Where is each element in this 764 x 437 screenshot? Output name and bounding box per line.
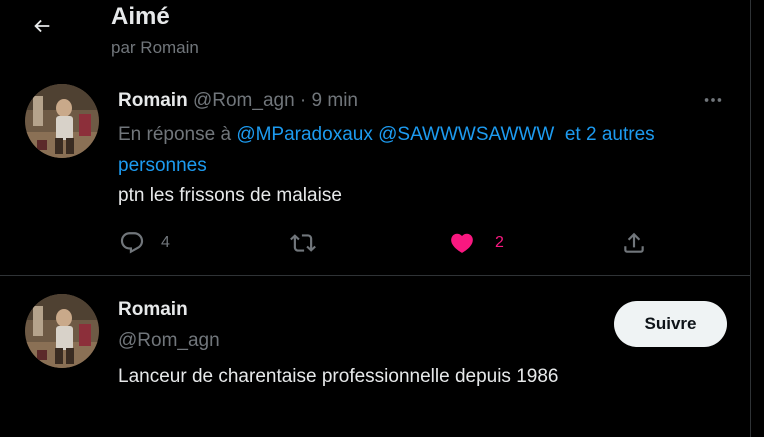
like-button[interactable]: 2 — [449, 228, 504, 258]
tweet-actions: 4 2 — [0, 228, 750, 258]
share-icon — [621, 230, 647, 256]
share-button[interactable] — [621, 228, 647, 258]
reply-icon — [119, 230, 145, 256]
back-button[interactable] — [22, 8, 62, 48]
reply-count: 4 — [161, 234, 170, 251]
more-options-button[interactable] — [697, 88, 729, 116]
user-card[interactable]: Romain @Rom_agn Lanceur de charentaise p… — [0, 276, 750, 437]
reply-prefix: En réponse à — [118, 124, 232, 145]
author-name[interactable]: Romain — [118, 90, 188, 111]
tweet-text: ptn les frissons de malaise — [118, 185, 342, 206]
reply-context: En réponse à @MParadoxaux @SAWWWSAWWW et… — [118, 119, 678, 181]
reply-and[interactable]: et — [565, 124, 581, 145]
tweet[interactable]: Romain @Rom_agn · 9 min En réponse à @MP… — [0, 70, 750, 275]
column-border — [750, 0, 751, 437]
author-handle[interactable]: @Rom_agn — [193, 90, 295, 111]
page-subtitle: par Romain — [111, 38, 199, 57]
page-title: Aimé — [111, 3, 170, 30]
more-icon — [702, 89, 724, 116]
separator-dot: · — [299, 90, 307, 111]
like-count: 2 — [495, 234, 504, 251]
tweet-time[interactable]: 9 min — [312, 90, 358, 111]
user-bio: Lanceur de charentaise professionnelle d… — [118, 366, 559, 387]
avatar[interactable] — [25, 84, 99, 158]
heart-icon — [449, 230, 475, 256]
avatar[interactable] — [25, 294, 99, 368]
retweet-icon — [290, 230, 316, 256]
mention-link[interactable]: @MParadoxaux — [236, 124, 373, 145]
user-name[interactable]: Romain — [118, 298, 188, 322]
user-handle[interactable]: @Rom_agn — [118, 329, 220, 353]
page-header: Aimé par Romain — [0, 0, 750, 70]
reply-button[interactable]: 4 — [119, 228, 170, 258]
arrow-left-icon — [31, 15, 53, 42]
retweet-button[interactable] — [290, 228, 332, 258]
tweet-header: Romain @Rom_agn · 9 min — [118, 89, 358, 113]
follow-button[interactable]: Suivre — [614, 301, 727, 347]
mention-link[interactable]: @SAWWWSAWWW — [378, 124, 554, 145]
